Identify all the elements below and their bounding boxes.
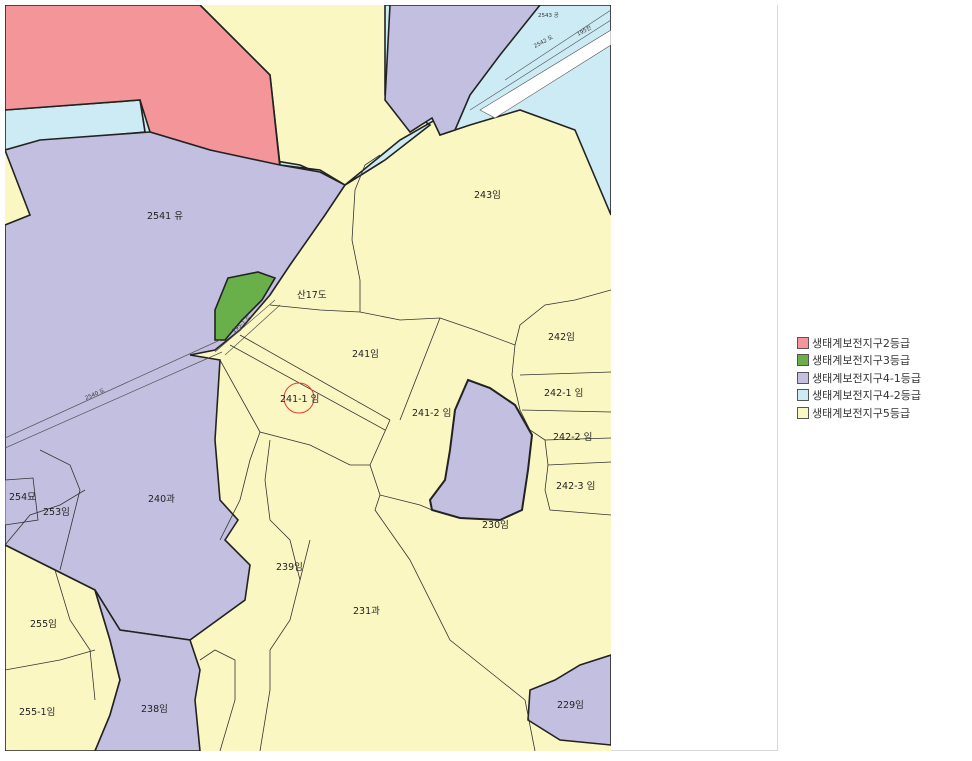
parcel-label-241: 241임	[352, 348, 379, 360]
parcel-label-242-2: 242-2 임	[553, 431, 592, 443]
side-blank-panel	[611, 5, 778, 751]
parcel-label-255-1: 255-1임	[19, 706, 55, 718]
parcel-label-238: 238임	[141, 703, 168, 715]
legend-swatch	[797, 336, 809, 349]
parcel-label-241-1: 241-1 임	[280, 393, 319, 405]
gis-viewer: 2541 유 243임 산17도 241임 242임 242-1 임 241-1…	[0, 0, 972, 761]
legend-swatch	[797, 354, 809, 367]
legend-swatch	[797, 406, 809, 419]
legend-item: 생태계보전지구4-1등급	[797, 369, 967, 387]
parcel-label-255: 255임	[30, 618, 57, 630]
parcel-label-254: 254묘	[9, 492, 36, 503]
legend-label: 생태계보전지구4-2등급	[812, 389, 922, 403]
parcel-label-242-3: 242-3 임	[556, 480, 595, 492]
legend-swatch	[797, 389, 809, 402]
legend-label: 생태계보전지구4-1등급	[812, 371, 922, 385]
parcel-map[interactable]: 2541 유 243임 산17도 241임 242임 242-1 임 241-1…	[5, 5, 611, 751]
map-panel[interactable]: 2541 유 243임 산17도 241임 242임 242-1 임 241-1…	[5, 5, 611, 751]
parcel-label-s17: 산17도	[297, 290, 327, 301]
parcel-label-243: 243임	[474, 189, 501, 201]
legend-label: 생태계보전지구3등급	[812, 354, 911, 368]
parcel-label-242-1: 242-1 임	[544, 387, 583, 399]
parcel-label-253: 253임	[43, 506, 70, 518]
legend-label: 생태계보전지구2등급	[812, 336, 911, 350]
parcel-label-230: 230임	[482, 519, 509, 531]
road-label-2543: 2543 공	[538, 12, 559, 19]
legend-item: 생태계보전지구4-2등급	[797, 387, 967, 405]
legend-swatch	[797, 371, 809, 384]
parcel-label-239: 239임	[276, 561, 303, 573]
map-legend: 생태계보전지구2등급 생태계보전지구3등급 생태계보전지구4-1등급 생태계보전…	[797, 334, 967, 422]
parcel-label-240: 240과	[148, 494, 175, 505]
legend-item: 생태계보전지구2등급	[797, 334, 967, 352]
parcel-label-2541: 2541 유	[147, 211, 183, 222]
parcel-label-241-2: 241-2 임	[412, 407, 451, 419]
legend-item: 생태계보전지구5등급	[797, 404, 967, 422]
parcel-label-231: 231과	[353, 606, 380, 617]
parcel-label-242: 242임	[548, 331, 575, 343]
parcel-label-229: 229임	[557, 699, 584, 711]
legend-item: 생태계보전지구3등급	[797, 352, 967, 370]
legend-label: 생태계보전지구5등급	[812, 406, 911, 420]
